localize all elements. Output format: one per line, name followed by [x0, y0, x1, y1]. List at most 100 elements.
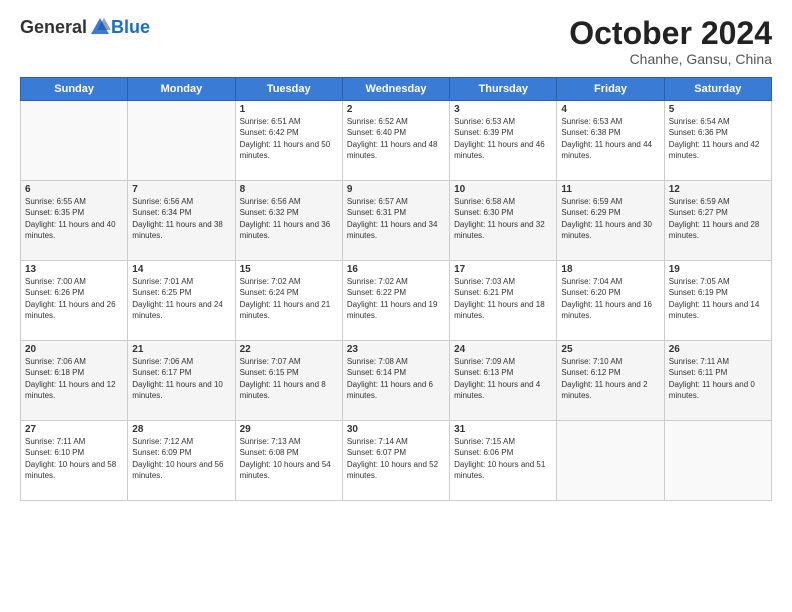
header-saturday: Saturday [664, 78, 771, 101]
day-info: Sunrise: 7:14 AMSunset: 6:07 PMDaylight:… [347, 437, 438, 480]
day-number: 24 [454, 344, 552, 355]
day-info: Sunrise: 7:15 AMSunset: 6:06 PMDaylight:… [454, 437, 545, 480]
day-number: 15 [240, 264, 338, 275]
day-cell: 15 Sunrise: 7:02 AMSunset: 6:24 PMDaylig… [235, 261, 342, 341]
day-number: 2 [347, 104, 445, 115]
day-info: Sunrise: 7:07 AMSunset: 6:15 PMDaylight:… [240, 357, 326, 400]
day-info: Sunrise: 7:01 AMSunset: 6:25 PMDaylight:… [132, 277, 223, 320]
day-cell: 25 Sunrise: 7:10 AMSunset: 6:12 PMDaylig… [557, 341, 664, 421]
day-cell [664, 421, 771, 501]
day-info: Sunrise: 6:53 AMSunset: 6:39 PMDaylight:… [454, 117, 545, 160]
calendar-table: Sunday Monday Tuesday Wednesday Thursday… [20, 77, 772, 501]
day-info: Sunrise: 6:55 AMSunset: 6:35 PMDaylight:… [25, 197, 116, 240]
day-number: 30 [347, 424, 445, 435]
weekday-header-row: Sunday Monday Tuesday Wednesday Thursday… [21, 78, 772, 101]
day-info: Sunrise: 6:53 AMSunset: 6:38 PMDaylight:… [561, 117, 652, 160]
logo-icon [89, 16, 111, 38]
day-cell [128, 101, 235, 181]
week-row-2: 6 Sunrise: 6:55 AMSunset: 6:35 PMDayligh… [21, 181, 772, 261]
day-number: 5 [669, 104, 767, 115]
day-number: 12 [669, 184, 767, 195]
day-info: Sunrise: 7:06 AMSunset: 6:17 PMDaylight:… [132, 357, 223, 400]
day-cell: 9 Sunrise: 6:57 AMSunset: 6:31 PMDayligh… [342, 181, 449, 261]
day-number: 20 [25, 344, 123, 355]
day-info: Sunrise: 7:09 AMSunset: 6:13 PMDaylight:… [454, 357, 540, 400]
week-row-1: 1 Sunrise: 6:51 AMSunset: 6:42 PMDayligh… [21, 101, 772, 181]
week-row-3: 13 Sunrise: 7:00 AMSunset: 6:26 PMDaylig… [21, 261, 772, 341]
week-row-5: 27 Sunrise: 7:11 AMSunset: 6:10 PMDaylig… [21, 421, 772, 501]
header-sunday: Sunday [21, 78, 128, 101]
day-info: Sunrise: 6:58 AMSunset: 6:30 PMDaylight:… [454, 197, 545, 240]
day-info: Sunrise: 7:06 AMSunset: 6:18 PMDaylight:… [25, 357, 116, 400]
header-thursday: Thursday [450, 78, 557, 101]
day-info: Sunrise: 6:59 AMSunset: 6:27 PMDaylight:… [669, 197, 760, 240]
header: General Blue October 2024 Chanhe, Gansu,… [20, 16, 772, 67]
page: General Blue October 2024 Chanhe, Gansu,… [0, 0, 792, 612]
day-number: 18 [561, 264, 659, 275]
day-cell: 30 Sunrise: 7:14 AMSunset: 6:07 PMDaylig… [342, 421, 449, 501]
day-cell: 4 Sunrise: 6:53 AMSunset: 6:38 PMDayligh… [557, 101, 664, 181]
day-number: 31 [454, 424, 552, 435]
logo-blue-text: Blue [111, 17, 150, 38]
month-title: October 2024 [569, 16, 772, 51]
day-cell: 19 Sunrise: 7:05 AMSunset: 6:19 PMDaylig… [664, 261, 771, 341]
day-info: Sunrise: 6:57 AMSunset: 6:31 PMDaylight:… [347, 197, 438, 240]
day-info: Sunrise: 7:12 AMSunset: 6:09 PMDaylight:… [132, 437, 223, 480]
day-cell: 17 Sunrise: 7:03 AMSunset: 6:21 PMDaylig… [450, 261, 557, 341]
day-info: Sunrise: 7:05 AMSunset: 6:19 PMDaylight:… [669, 277, 760, 320]
day-number: 10 [454, 184, 552, 195]
day-info: Sunrise: 6:59 AMSunset: 6:29 PMDaylight:… [561, 197, 652, 240]
day-info: Sunrise: 6:56 AMSunset: 6:34 PMDaylight:… [132, 197, 223, 240]
day-info: Sunrise: 7:11 AMSunset: 6:10 PMDaylight:… [25, 437, 116, 480]
day-cell: 12 Sunrise: 6:59 AMSunset: 6:27 PMDaylig… [664, 181, 771, 261]
day-info: Sunrise: 7:03 AMSunset: 6:21 PMDaylight:… [454, 277, 545, 320]
location: Chanhe, Gansu, China [569, 51, 772, 67]
logo-general-text: General [20, 17, 87, 38]
day-info: Sunrise: 7:00 AMSunset: 6:26 PMDaylight:… [25, 277, 116, 320]
day-cell: 31 Sunrise: 7:15 AMSunset: 6:06 PMDaylig… [450, 421, 557, 501]
day-cell: 21 Sunrise: 7:06 AMSunset: 6:17 PMDaylig… [128, 341, 235, 421]
day-info: Sunrise: 7:02 AMSunset: 6:22 PMDaylight:… [347, 277, 438, 320]
day-number: 21 [132, 344, 230, 355]
day-cell: 13 Sunrise: 7:00 AMSunset: 6:26 PMDaylig… [21, 261, 128, 341]
day-number: 11 [561, 184, 659, 195]
week-row-4: 20 Sunrise: 7:06 AMSunset: 6:18 PMDaylig… [21, 341, 772, 421]
day-number: 25 [561, 344, 659, 355]
header-wednesday: Wednesday [342, 78, 449, 101]
day-number: 26 [669, 344, 767, 355]
day-number: 16 [347, 264, 445, 275]
header-friday: Friday [557, 78, 664, 101]
day-cell: 18 Sunrise: 7:04 AMSunset: 6:20 PMDaylig… [557, 261, 664, 341]
header-monday: Monday [128, 78, 235, 101]
day-number: 14 [132, 264, 230, 275]
day-number: 22 [240, 344, 338, 355]
day-cell: 29 Sunrise: 7:13 AMSunset: 6:08 PMDaylig… [235, 421, 342, 501]
day-number: 3 [454, 104, 552, 115]
header-tuesday: Tuesday [235, 78, 342, 101]
day-cell: 11 Sunrise: 6:59 AMSunset: 6:29 PMDaylig… [557, 181, 664, 261]
day-number: 4 [561, 104, 659, 115]
day-cell: 7 Sunrise: 6:56 AMSunset: 6:34 PMDayligh… [128, 181, 235, 261]
day-cell: 24 Sunrise: 7:09 AMSunset: 6:13 PMDaylig… [450, 341, 557, 421]
day-cell: 28 Sunrise: 7:12 AMSunset: 6:09 PMDaylig… [128, 421, 235, 501]
day-cell: 8 Sunrise: 6:56 AMSunset: 6:32 PMDayligh… [235, 181, 342, 261]
day-cell: 3 Sunrise: 6:53 AMSunset: 6:39 PMDayligh… [450, 101, 557, 181]
day-number: 1 [240, 104, 338, 115]
day-info: Sunrise: 7:08 AMSunset: 6:14 PMDaylight:… [347, 357, 433, 400]
day-number: 23 [347, 344, 445, 355]
day-cell: 10 Sunrise: 6:58 AMSunset: 6:30 PMDaylig… [450, 181, 557, 261]
day-cell: 1 Sunrise: 6:51 AMSunset: 6:42 PMDayligh… [235, 101, 342, 181]
day-number: 7 [132, 184, 230, 195]
title-area: October 2024 Chanhe, Gansu, China [569, 16, 772, 67]
day-info: Sunrise: 6:56 AMSunset: 6:32 PMDaylight:… [240, 197, 331, 240]
day-number: 29 [240, 424, 338, 435]
day-info: Sunrise: 7:11 AMSunset: 6:11 PMDaylight:… [669, 357, 755, 400]
day-cell: 27 Sunrise: 7:11 AMSunset: 6:10 PMDaylig… [21, 421, 128, 501]
logo: General Blue [20, 16, 150, 38]
day-info: Sunrise: 6:51 AMSunset: 6:42 PMDaylight:… [240, 117, 331, 160]
day-number: 13 [25, 264, 123, 275]
day-cell [557, 421, 664, 501]
logo-text: General Blue [20, 16, 150, 38]
day-number: 28 [132, 424, 230, 435]
day-info: Sunrise: 7:02 AMSunset: 6:24 PMDaylight:… [240, 277, 331, 320]
